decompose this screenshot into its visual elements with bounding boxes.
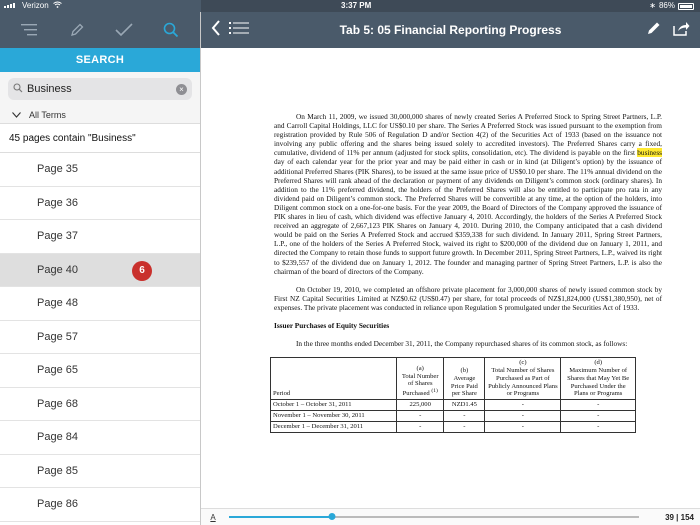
table-cell-b: NZD1.45 xyxy=(443,399,486,411)
page-result-label: Page 35 xyxy=(37,163,78,175)
page-result-item[interactable]: Page 36 xyxy=(0,186,200,220)
search-field-icon xyxy=(13,80,23,98)
table-cell-c: - xyxy=(484,409,562,422)
filter-label: All Terms xyxy=(29,109,66,120)
font-size-button[interactable]: A xyxy=(201,513,225,522)
table-cell-period: December 1 – December 31, 2011 xyxy=(270,420,397,433)
bottom-bar: A 39 | 154 xyxy=(201,508,700,525)
page-result-item[interactable]: Page 65 xyxy=(0,354,200,388)
table-cell-a: - xyxy=(395,420,445,433)
page-slider-fill xyxy=(229,516,332,518)
chevron-down-icon xyxy=(12,110,21,120)
page-slider-thumb[interactable] xyxy=(328,513,335,520)
sidebar: SEARCH × All Terms 45 pages contain "Bus… xyxy=(0,12,201,525)
table-cell-d: - xyxy=(560,409,636,422)
repurchase-table: Period (a) Total Number of Shares Purchas… xyxy=(270,357,636,433)
table-cell-b: - xyxy=(443,409,486,422)
page-result-list: Page 35 Page 36 Page 37 Page 40 6 Page 48 Page… xyxy=(0,153,200,522)
page-result-item[interactable]: Page 86 xyxy=(0,488,200,522)
table-cell-d: - xyxy=(560,420,636,433)
font-size-label: A xyxy=(210,512,216,522)
page-result-item[interactable]: Page 85 xyxy=(0,454,200,488)
page-result-label: Page 57 xyxy=(37,330,78,343)
results-summary: 45 pages contain "Business" xyxy=(0,124,200,153)
search-row: × xyxy=(0,72,200,106)
period-header: Period xyxy=(270,357,397,401)
page-counter: 39 | 154 xyxy=(665,512,694,522)
signal-icon xyxy=(4,0,18,12)
col-d-header: (d) Maximum Number of Shares that May Yet… xyxy=(560,357,636,401)
paragraph-private-placement: On October 19, 2010, we completed an off… xyxy=(274,284,662,312)
filter-toggle[interactable]: All Terms xyxy=(0,106,200,124)
table-cell-period: October 1 – October 31, 2011 xyxy=(270,399,397,411)
page-result-item[interactable]: Page 48 xyxy=(0,287,200,321)
table-cell-period: November 1 – November 30, 2011 xyxy=(270,409,397,422)
page-result-label: Page 85 xyxy=(37,464,78,477)
document-title: Tab 5: 05 Financial Reporting Progress xyxy=(339,23,562,37)
checkmark-icon[interactable] xyxy=(112,18,136,42)
table-cell-c: - xyxy=(484,420,562,433)
search-icon[interactable] xyxy=(159,18,183,42)
table-cell-c: - xyxy=(484,399,562,411)
status-bar-left: Verizon xyxy=(0,0,201,12)
table-row: October 1 – October 31, 2011 225,000 NZD1.… xyxy=(270,399,636,411)
annotate-icon[interactable] xyxy=(646,20,662,41)
page-result-label: Page 68 xyxy=(37,397,78,410)
table-cell-b: - xyxy=(443,420,486,433)
result-count-badge: 6 xyxy=(132,260,152,281)
col-a-header: (a) Total Number of Shares Purchased (1) xyxy=(395,357,445,401)
page-result-label: Page 84 xyxy=(37,431,78,443)
paragraph-preferred-stock: On March 11, 2009, we issued 30,000,000 … xyxy=(274,112,662,276)
battery-indicator: ∗ 86% xyxy=(649,0,694,12)
sidebar-toolbar xyxy=(0,12,200,48)
page-slider[interactable] xyxy=(229,513,639,520)
section-heading: Issuer Purchases of Equity Securities xyxy=(274,320,390,330)
table-cell-a: - xyxy=(395,409,445,422)
page-result-label: Page 37 xyxy=(37,230,78,242)
page-result-item[interactable]: Page 40 6 xyxy=(0,253,200,287)
back-chevron-icon[interactable] xyxy=(211,19,221,41)
col-b-header: (b) Average Price Paid per Share xyxy=(443,357,486,401)
page-result-item[interactable]: Page 37 xyxy=(0,220,200,254)
main-panel: Tab 5: 05 Financial Reporting Progress O… xyxy=(201,12,700,525)
paragraph-repurchases: In the three months ended December 31, 2… xyxy=(296,339,628,349)
page-result-item[interactable]: Page 35 xyxy=(0,153,200,187)
table-row: December 1 – December 31, 2011- - - - xyxy=(270,420,636,433)
page-result-item[interactable]: Page 84 xyxy=(0,421,200,455)
clear-icon[interactable]: × xyxy=(176,83,187,95)
page-result-item[interactable]: Page 57 xyxy=(0,320,200,354)
bluetooth-icon: ∗ xyxy=(649,1,656,10)
wifi-icon xyxy=(52,0,62,12)
paragraph-text: On March 11, 2009, we issued 30,000,000 … xyxy=(274,112,662,158)
page-result-label: Page 40 xyxy=(37,263,78,276)
page-result-label: Page 86 xyxy=(37,498,78,510)
list-icon[interactable] xyxy=(18,18,42,42)
search-box[interactable]: × xyxy=(8,78,192,100)
main-header: Tab 5: 05 Financial Reporting Progress xyxy=(201,12,700,48)
search-input[interactable] xyxy=(27,83,176,95)
battery-label: 86% xyxy=(658,1,675,10)
page-result-label: Page 65 xyxy=(37,364,78,376)
col-c-header: (c) Total Number of Shares Purchased as P… xyxy=(484,357,562,401)
outline-icon[interactable] xyxy=(229,21,249,40)
page-result-label: Page 48 xyxy=(37,297,78,309)
table-cell-d: - xyxy=(560,399,636,411)
status-bar-right: 3:37 PM ∗ 86% xyxy=(201,0,700,12)
table-row: November 1 – November 30, 2011- - - - xyxy=(270,409,636,422)
battery-icon xyxy=(678,2,694,10)
share-icon[interactable] xyxy=(672,20,690,41)
document-page: On March 11, 2009, we issued 30,000,000 … xyxy=(201,48,700,508)
page-result-label: Page 36 xyxy=(37,196,78,209)
search-header: SEARCH xyxy=(0,48,200,72)
carrier-label: Verizon xyxy=(22,1,49,10)
status-time: 3:37 PM xyxy=(341,1,372,10)
pencil-icon[interactable] xyxy=(65,18,89,42)
page-result-item[interactable]: Page 68 xyxy=(0,387,200,421)
paragraph-text: day of each calendar year for the prior … xyxy=(274,157,663,276)
table-cell-a: 225,000 xyxy=(395,399,445,411)
search-highlight[interactable]: business xyxy=(637,148,662,158)
